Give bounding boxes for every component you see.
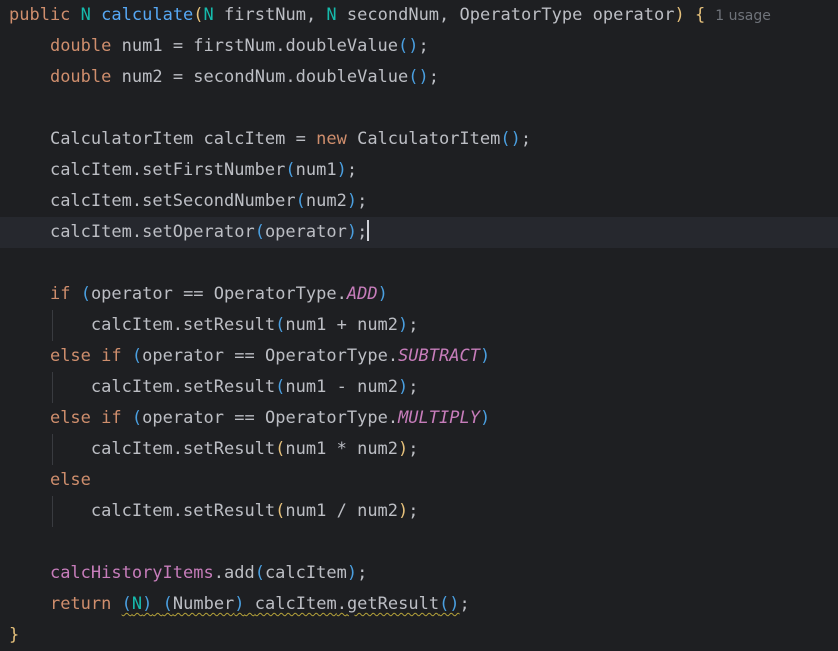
variable: num2 <box>121 67 163 87</box>
code-line[interactable]: calcItem.setFirstNumber(num1); <box>0 155 838 186</box>
code-line[interactable]: double num1 = firstNum.doubleValue(); <box>0 31 838 62</box>
variable: calcItem <box>90 501 173 521</box>
keyword: else <box>49 346 91 366</box>
variable: calcItem <box>90 315 173 335</box>
variable: secondNum <box>193 67 286 87</box>
field-name: calcHistoryItems <box>49 563 214 583</box>
code-line[interactable]: calcItem.setResult(num1 * num2); <box>0 434 838 465</box>
variable: num1 <box>285 377 327 397</box>
code-line[interactable]: calcItem.setResult(num1 / num2); <box>0 496 838 527</box>
code-editor[interactable]: public N calculate(N firstNum, N secondN… <box>0 0 838 646</box>
type-name: OperatorType <box>213 284 337 304</box>
closing-brace: } <box>9 625 20 645</box>
method-call: setSecondNumber <box>142 191 296 211</box>
code-line[interactable]: else <box>0 465 838 496</box>
warning-highlight[interactable]: (N) (Number) calcItem.getResult() <box>122 594 460 614</box>
code-line[interactable]: else if (operator == OperatorType.MULTIP… <box>0 403 838 434</box>
variable: calcItem <box>90 439 173 459</box>
keyword: double <box>49 67 112 87</box>
keyword: else <box>49 470 91 490</box>
parameter: firstNum <box>224 5 306 25</box>
method-call: doubleValue <box>285 36 399 56</box>
text-caret <box>367 220 370 241</box>
code-line[interactable]: CalculatorItem calcItem = new Calculator… <box>0 124 838 155</box>
method-call: setResult <box>183 439 276 459</box>
type-name: CalculatorItem <box>357 129 501 149</box>
type-name: OperatorType <box>264 408 388 428</box>
enum-constant: ADD <box>346 284 378 304</box>
code-line[interactable]: if (operator == OperatorType.ADD) <box>0 279 838 310</box>
method-call: setResult <box>183 377 276 397</box>
code-line[interactable]: return (N) (Number) calcItem.getResult()… <box>0 589 838 620</box>
variable: operator <box>264 222 347 242</box>
type-name: OperatorType <box>264 346 388 366</box>
variable: calcItem <box>49 222 132 242</box>
keyword: else <box>49 408 91 428</box>
type-name: Number <box>172 594 235 614</box>
variable: num1 <box>285 501 327 521</box>
method-call: doubleValue <box>295 67 409 87</box>
keyword: if <box>101 408 122 428</box>
variable: calcItem <box>49 160 132 180</box>
keyword: new <box>316 129 347 149</box>
variable: num1 <box>121 36 163 56</box>
keyword: public <box>9 5 71 25</box>
variable: num2 <box>357 315 399 335</box>
method-call: setResult <box>183 501 276 521</box>
enum-constant: MULTIPLY <box>398 408 480 428</box>
type-name: N <box>203 5 214 25</box>
method-call: setOperator <box>142 222 255 242</box>
code-line[interactable]: public N calculate(N firstNum, N secondN… <box>0 0 838 31</box>
type-name: CalculatorItem <box>49 129 194 149</box>
code-line[interactable]: calcItem.setSecondNumber(num2); <box>0 186 838 217</box>
type-name: N <box>80 5 91 25</box>
variable: num1 <box>285 315 327 335</box>
keyword: if <box>49 284 71 304</box>
code-line[interactable]: calcItem.setResult(num1 + num2); <box>0 310 838 341</box>
parameter: secondNum <box>346 5 440 25</box>
method-call: setFirstNumber <box>142 160 286 180</box>
variable: num1 <box>295 160 337 180</box>
usage-hint[interactable]: 1 usage <box>715 8 771 24</box>
variable: operator <box>142 346 225 366</box>
code-line[interactable]: calcItem.setResult(num1 - num2); <box>0 372 838 403</box>
method-name: calculate <box>101 5 194 25</box>
variable: num2 <box>357 377 399 397</box>
keyword: if <box>101 346 122 366</box>
variable: calcItem <box>264 563 347 583</box>
variable: calcItem <box>90 377 173 397</box>
method-call: getResult <box>346 594 440 614</box>
code-line[interactable]: else if (operator == OperatorType.SUBTRA… <box>0 341 838 372</box>
keyword: double <box>49 36 112 56</box>
variable: num2 <box>305 191 347 211</box>
code-line[interactable]: } <box>0 620 838 651</box>
variable: operator <box>90 284 173 304</box>
type-name: OperatorType <box>459 5 583 25</box>
variable: num2 <box>357 501 399 521</box>
current-code-line[interactable]: calcItem.setOperator(operator); <box>0 217 838 248</box>
method-call: add <box>223 563 255 583</box>
variable: num1 <box>285 439 327 459</box>
variable: calcItem <box>49 191 132 211</box>
variable: firstNum <box>193 36 276 56</box>
parameter: operator <box>592 5 675 25</box>
enum-constant: SUBTRACT <box>398 346 480 366</box>
type-name: N <box>326 5 337 25</box>
code-line[interactable]: double num2 = secondNum.doubleValue(); <box>0 62 838 93</box>
variable: num2 <box>357 439 399 459</box>
variable: calcItem <box>203 129 286 149</box>
code-line[interactable]: calcHistoryItems.add(calcItem); <box>0 558 838 589</box>
variable: calcItem <box>254 594 337 614</box>
method-call: setResult <box>183 315 276 335</box>
keyword: return <box>49 594 112 614</box>
type-name: N <box>131 594 143 614</box>
variable: operator <box>142 408 225 428</box>
